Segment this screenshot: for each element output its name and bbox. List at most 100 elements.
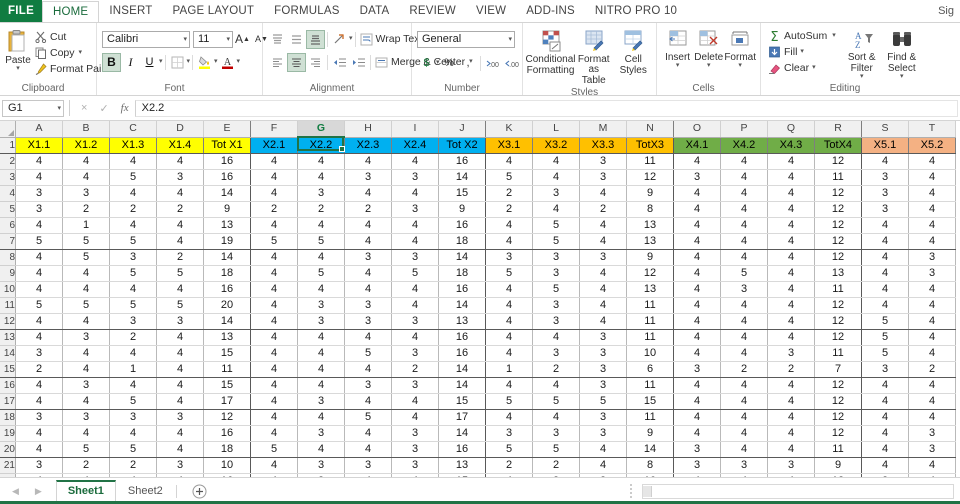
data-cell[interactable]: 4 [580,314,627,330]
data-cell[interactable]: 3 [768,346,815,362]
column-header-B[interactable]: B [63,121,110,137]
tab-data[interactable]: DATA [350,0,400,22]
tab-file[interactable]: FILE [0,0,42,22]
data-cell[interactable]: 4 [580,458,627,474]
row-header-9[interactable]: 9 [0,266,16,282]
data-cell[interactable]: 16 [439,346,486,362]
data-cell[interactable]: 17 [204,394,251,410]
data-cell[interactable]: 3 [110,250,157,266]
increase-decimal-button[interactable]: .00 [483,54,502,73]
align-bottom-button[interactable] [306,30,325,49]
data-cell[interactable]: 4 [721,378,768,394]
comma-button[interactable]: , [459,54,478,73]
column-label-cell[interactable]: TotX3 [627,137,674,154]
data-cell[interactable]: 2 [533,458,580,474]
data-cell[interactable]: 11 [627,154,674,170]
data-cell[interactable]: 4 [63,426,110,442]
spreadsheet-grid[interactable]: ABCDEFGHIJKLMNOPQRST1X1.1X1.2X1.3X1.4Tot… [0,121,960,477]
data-cell[interactable]: 12 [627,170,674,186]
data-cell[interactable]: 4 [768,218,815,234]
delete-cells-caret-icon[interactable]: ▾ [707,63,711,69]
formula-input[interactable]: X2.2 [135,100,958,117]
orientation-caret-icon[interactable]: ▾ [349,36,353,42]
data-cell[interactable]: 4 [721,426,768,442]
fill-caret-icon[interactable]: ▾ [800,49,804,55]
conditional-formatting-button[interactable]: Conditional Formatting [528,28,573,76]
format-cells-button[interactable]: Format ▾ [724,28,756,69]
data-cell[interactable]: 8 [627,458,674,474]
find-select-caret-icon[interactable]: ▾ [900,74,904,80]
data-cell[interactable]: 4 [16,154,63,170]
data-cell[interactable]: 11 [204,362,251,378]
data-cell[interactable]: 4 [157,442,204,458]
font-name-caret-icon[interactable]: ▾ [180,35,187,43]
autosum-caret-icon[interactable]: ▾ [832,33,836,39]
data-cell[interactable]: 3 [674,170,721,186]
data-cell[interactable]: 3 [909,250,956,266]
column-header-P[interactable]: P [721,121,768,137]
data-cell[interactable]: 4 [251,426,298,442]
data-cell[interactable]: 4 [345,266,392,282]
data-cell[interactable]: 11 [815,170,862,186]
data-cell[interactable]: 4 [674,298,721,314]
data-cell[interactable]: 4 [721,410,768,426]
data-cell[interactable]: 4 [16,314,63,330]
data-cell[interactable]: 13 [204,218,251,234]
data-cell[interactable]: 3 [909,426,956,442]
data-cell[interactable]: 4 [486,218,533,234]
data-cell[interactable]: 3 [392,458,439,474]
data-cell[interactable]: 3 [392,170,439,186]
insert-cells-button[interactable]: Insert ▾ [662,28,693,69]
data-cell[interactable]: 18 [439,234,486,250]
data-cell[interactable]: 4 [157,218,204,234]
data-cell[interactable]: 15 [439,186,486,202]
data-cell[interactable]: 4 [721,218,768,234]
currency-button[interactable]: $ [417,54,436,73]
data-cell[interactable]: 4 [862,410,909,426]
data-cell[interactable]: 5 [533,234,580,250]
data-cell[interactable]: 15 [627,394,674,410]
data-cell[interactable]: 16 [439,442,486,458]
column-label-cell[interactable]: X3.3 [580,137,627,154]
data-cell[interactable]: 5 [110,442,157,458]
data-cell[interactable]: 4 [110,426,157,442]
insert-function-icon[interactable]: fx [121,102,129,114]
data-cell[interactable]: 4 [486,314,533,330]
data-cell[interactable]: 3 [533,426,580,442]
fill-button[interactable]: Fill ▾ [766,44,838,60]
data-cell[interactable]: 14 [439,426,486,442]
data-cell[interactable]: 12 [815,298,862,314]
increase-indent-button[interactable] [349,53,368,72]
data-cell[interactable]: 14 [204,186,251,202]
row-header-4[interactable]: 4 [0,186,16,202]
data-cell[interactable]: 12 [815,426,862,442]
data-cell[interactable]: 4 [486,346,533,362]
data-cell[interactable]: 4 [768,202,815,218]
number-format-caret-icon[interactable]: ▾ [505,35,512,43]
data-cell[interactable]: 4 [16,426,63,442]
data-cell[interactable]: 2 [157,202,204,218]
data-cell[interactable]: 4 [909,314,956,330]
data-cell[interactable]: 4 [580,234,627,250]
data-cell[interactable]: 18 [439,266,486,282]
tab-formulas[interactable]: FORMULAS [264,0,350,22]
data-cell[interactable]: 4 [63,154,110,170]
data-cell[interactable]: 4 [862,282,909,298]
data-cell[interactable]: 5 [110,234,157,250]
data-cell[interactable]: 5 [110,266,157,282]
data-cell[interactable]: 4 [862,442,909,458]
data-cell[interactable]: 5 [251,442,298,458]
prev-sheet-icon[interactable]: ◀ [12,486,19,497]
data-cell[interactable]: 4 [251,266,298,282]
data-cell[interactable]: 4 [16,378,63,394]
data-cell[interactable]: 5 [533,394,580,410]
tab-insert[interactable]: INSERT [99,0,162,22]
column-header-H[interactable]: H [345,121,392,137]
data-cell[interactable]: 15 [204,346,251,362]
column-label-cell[interactable]: X1.1 [16,137,63,154]
data-cell[interactable]: 4 [345,154,392,170]
data-cell[interactable]: 4 [909,410,956,426]
data-cell[interactable]: 1 [486,362,533,378]
data-cell[interactable]: 4 [345,362,392,378]
data-cell[interactable]: 5 [862,314,909,330]
